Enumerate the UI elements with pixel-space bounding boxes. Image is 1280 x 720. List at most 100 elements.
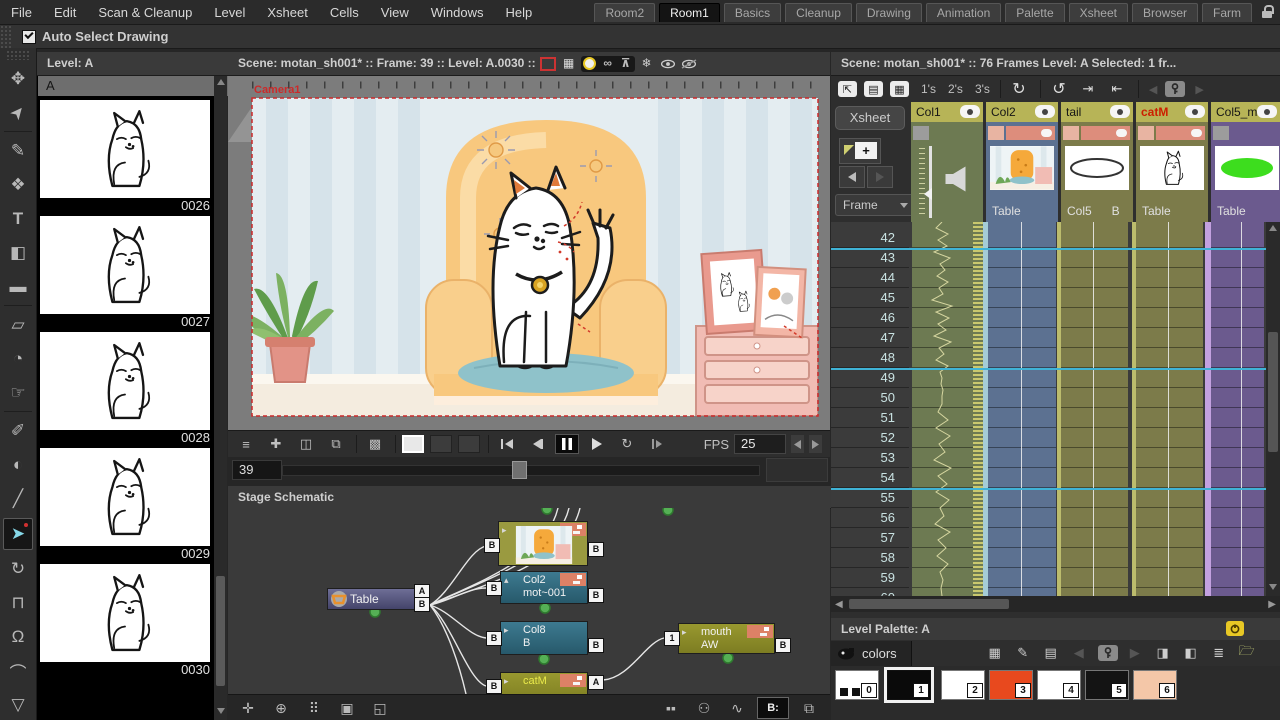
- node-expand-icon[interactable]: ▸: [504, 624, 509, 637]
- menu-cells[interactable]: Cells: [319, 5, 370, 20]
- repeat-icon[interactable]: ↻: [1008, 80, 1030, 98]
- level-frame-thumb[interactable]: [40, 332, 210, 430]
- frame-row-number[interactable]: 54: [831, 468, 895, 488]
- column-parent-label[interactable]: Table: [1217, 204, 1246, 218]
- play-button[interactable]: [585, 434, 609, 454]
- pinch-tool[interactable]: ⊓: [4, 588, 32, 618]
- column-visibility-eye-icon[interactable]: [1110, 105, 1130, 118]
- frame-row-number[interactable]: 53: [831, 448, 895, 468]
- column-filter-chip[interactable]: [913, 126, 929, 140]
- swatch-3[interactable]: 3: [989, 670, 1033, 700]
- lock-rooms-icon[interactable]: [1262, 5, 1274, 19]
- column-lock-bar[interactable]: [1081, 126, 1130, 140]
- control-point-editor-tool[interactable]: ➤: [3, 518, 33, 550]
- links-visibility-icon[interactable]: ▪▪: [658, 698, 684, 718]
- standard-view-mode-button[interactable]: [402, 435, 424, 453]
- schematic-node-mouth[interactable]: ▸ mouth AW: [678, 623, 775, 654]
- prev-drawing-button[interactable]: [839, 166, 865, 188]
- stage-schematic-title[interactable]: Stage Schematic: [228, 486, 840, 509]
- next-pause-button[interactable]: [645, 434, 669, 454]
- stage-mode-icon[interactable]: ⚇: [691, 698, 717, 718]
- level-strip-scrollbar[interactable]: [214, 76, 227, 720]
- room-tab-room1[interactable]: Room1: [659, 2, 720, 22]
- guide-layers-icon[interactable]: ⧉: [324, 434, 348, 454]
- scroll-down-icon[interactable]: [217, 708, 225, 714]
- field-grid-icon[interactable]: ▦: [560, 56, 578, 72]
- stage-schematic-canvas[interactable]: Table A B ▸ B B ▴ Col2 mot~001 B B ▸ Col…: [228, 508, 830, 694]
- room-tab-palette[interactable]: Palette: [1005, 2, 1065, 22]
- menu-view[interactable]: View: [370, 5, 420, 20]
- scroll-down-icon[interactable]: [1269, 584, 1277, 590]
- thumbnail-port-left[interactable]: B: [484, 538, 500, 553]
- column-thumbnail[interactable]: [1215, 146, 1279, 190]
- brush-tool[interactable]: ✎: [4, 136, 32, 166]
- menu-level[interactable]: Level: [203, 5, 256, 20]
- level-frame-thumb[interactable]: [40, 448, 210, 546]
- step-1s-button[interactable]: 1's: [921, 82, 936, 96]
- column-thumbnail[interactable]: [990, 146, 1054, 190]
- preview-eye-icon[interactable]: [659, 56, 677, 72]
- frame-row-number[interactable]: 50: [831, 388, 895, 408]
- room-tab-drawing[interactable]: Drawing: [855, 2, 922, 22]
- save-palette-icon[interactable]: ▤: [1040, 644, 1062, 662]
- col8-port-right[interactable]: B: [588, 638, 604, 653]
- viewer-canvas[interactable]: Camera1: [228, 76, 830, 430]
- node-flags[interactable]: [560, 674, 586, 687]
- speaker-icon[interactable]: [943, 164, 973, 194]
- palette-key-button[interactable]: [1097, 645, 1118, 661]
- reframe-icon[interactable]: ↺: [1048, 80, 1070, 98]
- ruler-tool[interactable]: ╱: [4, 484, 32, 514]
- set-key-button[interactable]: [1165, 81, 1186, 97]
- unfold-columns-icon[interactable]: ⇤: [1106, 80, 1128, 98]
- scroll-handle[interactable]: [849, 599, 1009, 609]
- step-2s-button[interactable]: 2's: [948, 82, 963, 96]
- sub-preview-eye-icon[interactable]: [680, 56, 698, 72]
- table-port-b[interactable]: B: [414, 597, 430, 612]
- frame-row-number[interactable]: 55: [831, 488, 895, 508]
- fps-increase-icon[interactable]: [809, 435, 822, 453]
- new-vector-level-icon[interactable]: ▦: [890, 81, 909, 97]
- snapshot-icon[interactable]: ✚: [264, 434, 288, 454]
- normalize-icon[interactable]: ⠿: [301, 698, 327, 718]
- save-palette-as-icon[interactable]: ✎: [1012, 644, 1034, 662]
- node-expand-icon[interactable]: ▸: [504, 675, 509, 688]
- camera-view-icon[interactable]: [580, 55, 599, 72]
- volume-slider-handle[interactable]: [924, 188, 932, 200]
- frame-mode-dropdown[interactable]: Frame: [835, 194, 914, 216]
- edit-tool[interactable]: ✥: [4, 64, 32, 94]
- node-expand-icon[interactable]: ▸: [502, 524, 507, 537]
- column-header-col2[interactable]: Col2 Table: [986, 102, 1058, 222]
- frame-row-number[interactable]: 45: [831, 288, 895, 308]
- swatch-5[interactable]: 5: [1085, 670, 1129, 700]
- level-frame-thumb[interactable]: [40, 216, 210, 314]
- style-picker-tool[interactable]: ✐: [4, 416, 32, 446]
- swatch-6[interactable]: 6: [1133, 670, 1177, 700]
- frame-row-number[interactable]: 59: [831, 568, 895, 588]
- column-parent-label[interactable]: Col5 B: [1067, 204, 1120, 218]
- column-header-catm[interactable]: catM Table: [1136, 102, 1208, 222]
- current-frame-field[interactable]: 39: [232, 460, 282, 480]
- bender-tool[interactable]: ⌒: [4, 656, 32, 686]
- list-view-icon[interactable]: ≣: [1208, 644, 1230, 662]
- column-filter-chip[interactable]: [1213, 126, 1229, 140]
- col2-port-left[interactable]: B: [486, 581, 502, 596]
- column-lock-bar[interactable]: [1006, 126, 1055, 140]
- pause-button[interactable]: [555, 434, 579, 454]
- frame-row-number[interactable]: 47: [831, 328, 895, 348]
- scroll-left-icon[interactable]: ◀: [835, 599, 843, 610]
- level-select-dropdown[interactable]: A: [38, 76, 232, 96]
- column-thumbnail[interactable]: [1065, 146, 1129, 190]
- col2-port-right[interactable]: B: [588, 588, 604, 603]
- room-tab-basics[interactable]: Basics: [723, 2, 782, 22]
- swatch-2[interactable]: 2: [941, 670, 985, 700]
- menu-file[interactable]: File: [0, 5, 43, 20]
- column-color-chip[interactable]: [1063, 126, 1079, 140]
- room-tab-cleanup[interactable]: Cleanup: [785, 2, 852, 22]
- palette-power-button[interactable]: [1226, 621, 1244, 636]
- mouth-port-left[interactable]: 1: [664, 631, 680, 646]
- room-tab-farm[interactable]: Farm: [1202, 2, 1252, 22]
- fps-decrease-icon[interactable]: [791, 435, 804, 453]
- next-key-icon[interactable]: ▶: [1124, 644, 1146, 662]
- xsheet-menu-button[interactable]: Xsheet: [835, 106, 905, 130]
- room-tab-animation[interactable]: Animation: [925, 2, 1002, 22]
